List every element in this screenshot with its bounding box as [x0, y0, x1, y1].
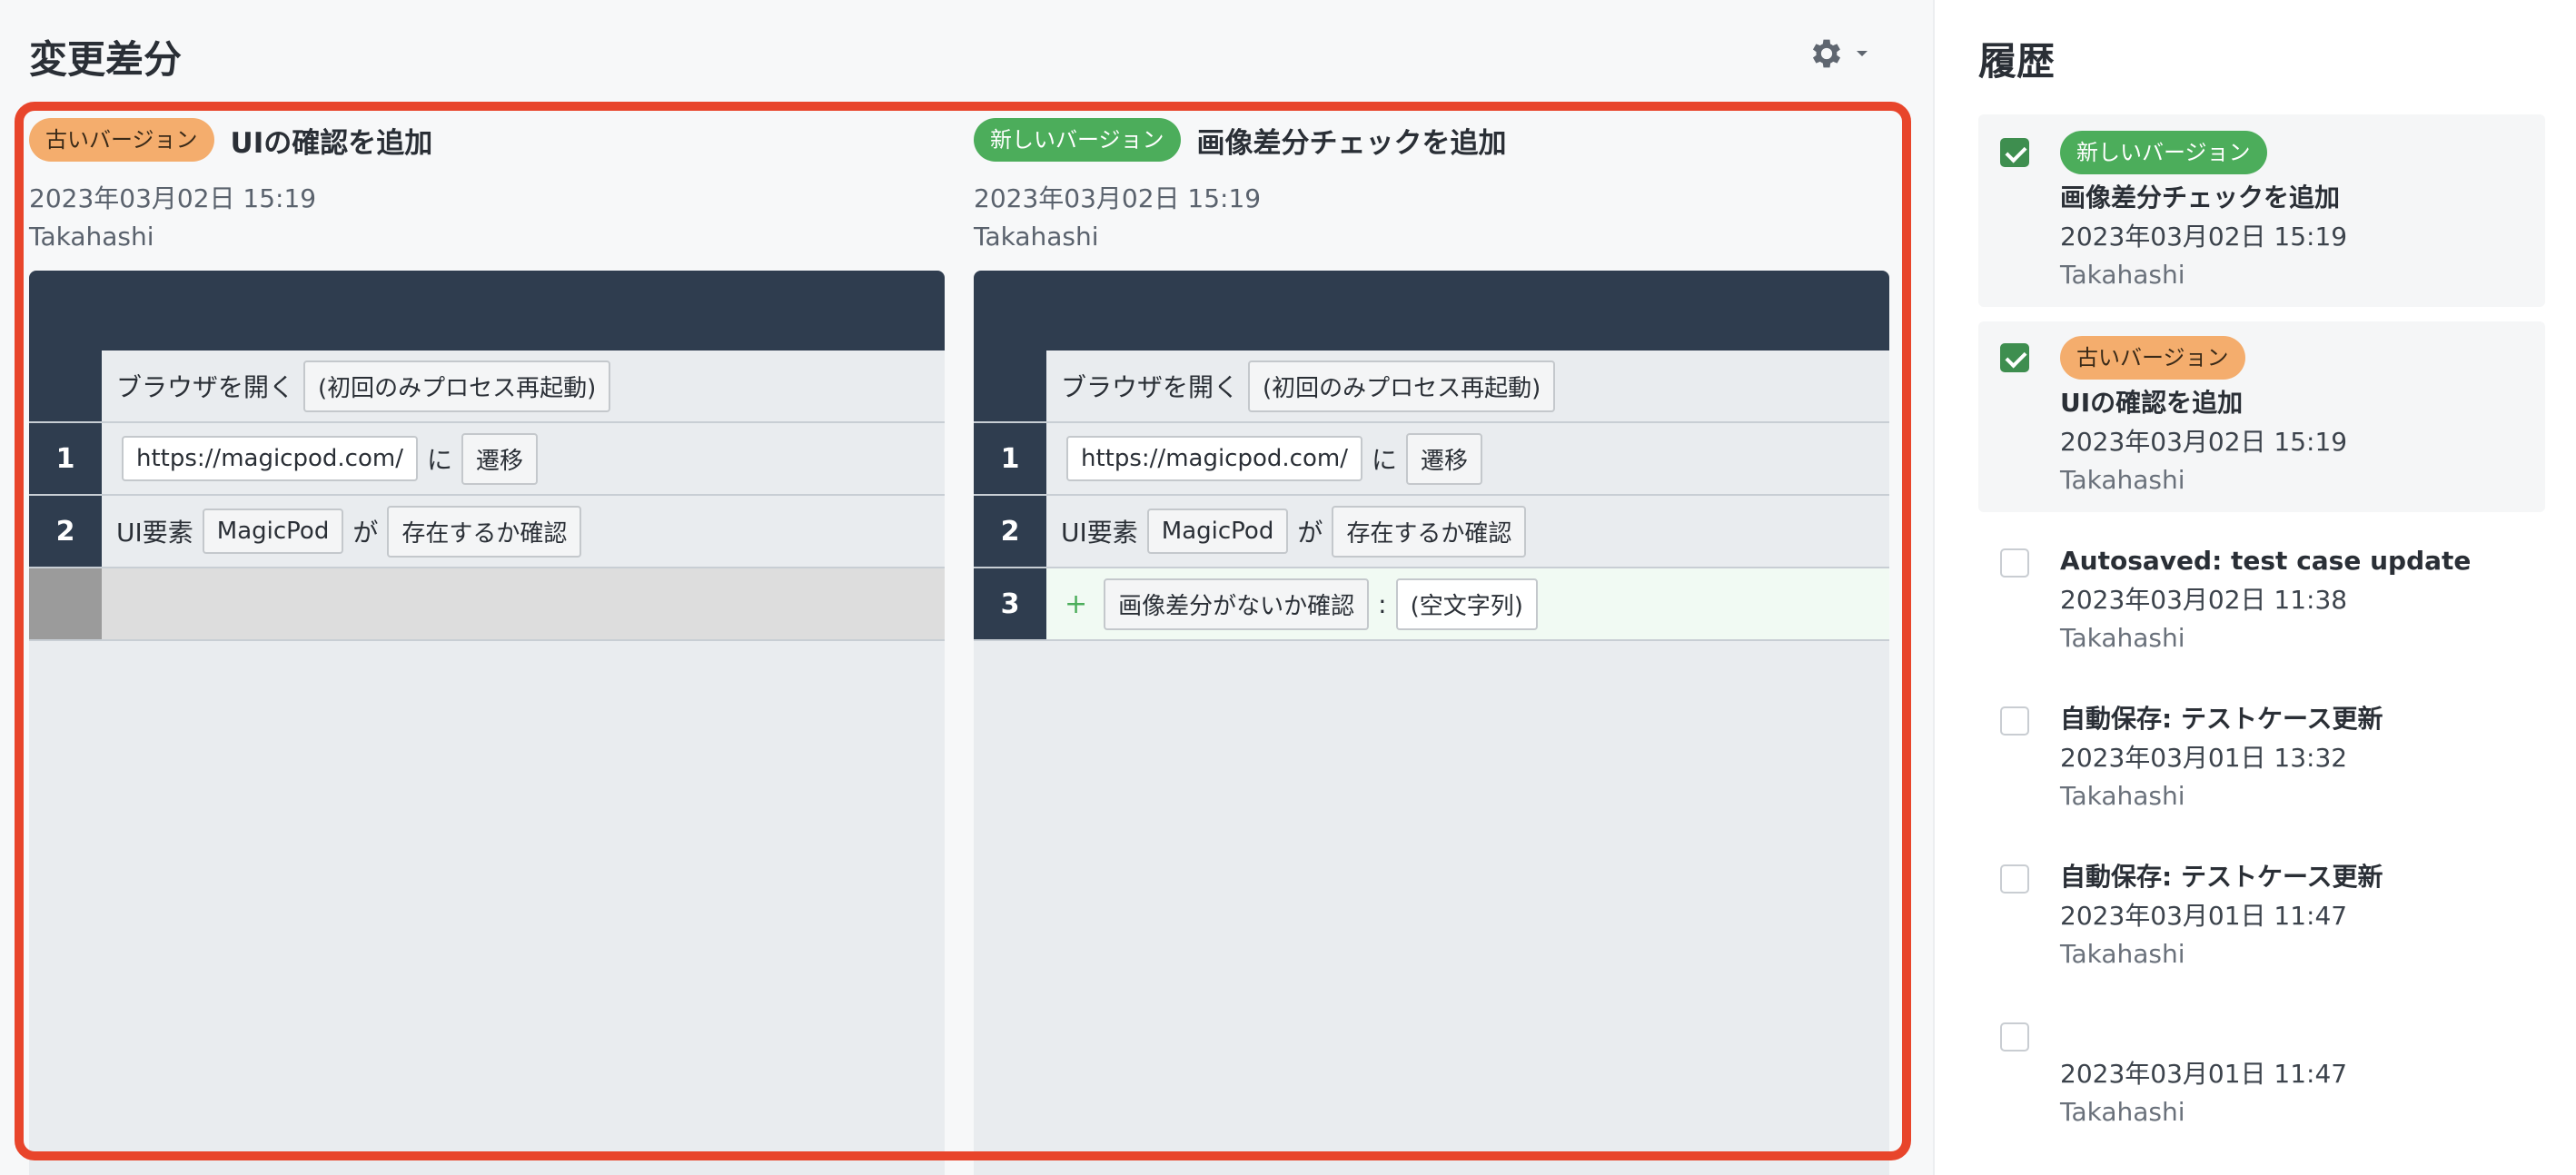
history-checkbox[interactable] — [2000, 548, 2029, 578]
history-item[interactable]: 自動保存: テストケース更新 2023年03月01日 13:32 Takahas… — [1978, 697, 2545, 834]
caret-down-icon — [1857, 51, 1868, 56]
history-item[interactable]: 古いバージョン UIの確認を追加 2023年03月02日 15:19 Takah… — [1978, 321, 2545, 512]
history-item-date: 2023年03月01日 11:47 — [2060, 1059, 2348, 1089]
history-item[interactable]: 2023年03月01日 11:47 Takahashi — [1978, 1013, 2545, 1150]
history-title: 履歴 — [1978, 39, 2056, 84]
diff-main: 変更差分 古いバージョン UIの確認を追加 2023年03月02日 15:19 … — [0, 0, 1933, 1175]
history-checkbox[interactable] — [2000, 138, 2029, 167]
history-item-title: 画像差分チェックを追加 — [2060, 183, 2341, 212]
history-item-author: Takahashi — [2060, 465, 2185, 495]
history-item[interactable]: 自動保存: テストケース更新 2023年03月01日 11:47 Takahas… — [1978, 855, 2545, 992]
history-item-title: 自動保存: テストケース更新 — [2060, 704, 2383, 734]
history-checkbox[interactable] — [2000, 706, 2029, 736]
history-item-date: 2023年03月02日 15:19 — [2060, 222, 2348, 252]
settings-menu-button[interactable] — [1808, 35, 1869, 73]
gear-icon — [1812, 39, 1841, 68]
history-item-author: Takahashi — [2060, 623, 2185, 653]
history-item-title: Autosaved: test case update — [2060, 546, 2472, 576]
highlight-frame — [15, 102, 1911, 1160]
history-checkbox[interactable] — [2000, 864, 2029, 894]
history-item-author: Takahashi — [2060, 939, 2185, 969]
history-badge: 新しいバージョン — [2060, 131, 2267, 174]
history-checkbox[interactable] — [2000, 343, 2029, 372]
history-item[interactable]: 新しいバージョン 画像差分チェックを追加 2023年03月02日 15:19 T… — [1978, 114, 2545, 307]
history-item[interactable]: Autosaved: test case update 2023年03月02日 … — [1978, 539, 2545, 676]
history-item-date: 2023年03月01日 11:47 — [2060, 901, 2348, 931]
history-item-date: 2023年03月02日 11:38 — [2060, 585, 2348, 615]
history-sidebar: 履歴 新しいバージョン 画像差分チェックを追加 2023年03月02日 15:1… — [1933, 0, 2576, 1175]
history-badge: 古いバージョン — [2060, 336, 2245, 380]
history-item-author: Takahashi — [2060, 1097, 2185, 1127]
history-item-date: 2023年03月02日 15:19 — [2060, 427, 2348, 457]
history-checkbox[interactable] — [2000, 1022, 2029, 1052]
history-item-date: 2023年03月01日 13:32 — [2060, 743, 2348, 773]
history-item-title: 自動保存: テストケース更新 — [2060, 862, 2383, 892]
history-item-title: UIの確認を追加 — [2060, 388, 2244, 418]
history-item-title — [2060, 1015, 2347, 1055]
history-item-author: Takahashi — [2060, 781, 2185, 811]
page-title: 変更差分 — [29, 37, 183, 82]
history-item-author: Takahashi — [2060, 260, 2185, 290]
